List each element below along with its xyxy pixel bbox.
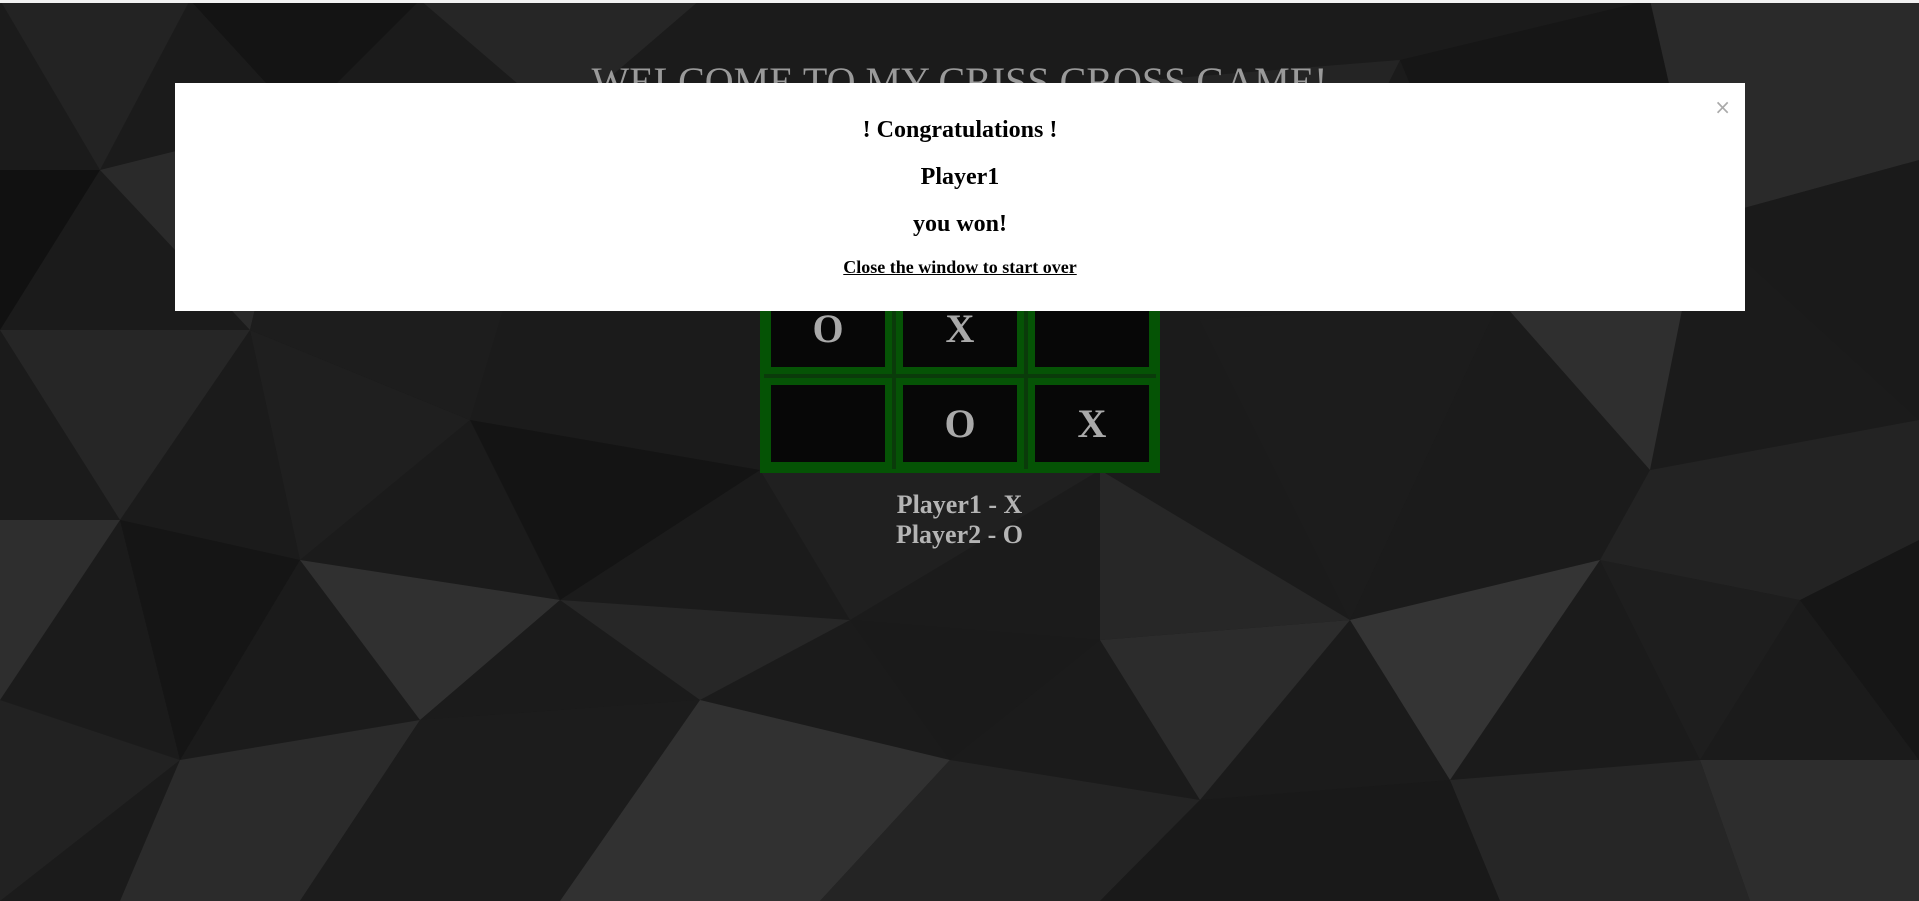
close-icon[interactable]: × [1714,97,1731,117]
winner-modal: × ! Congratulations ! Player1 you won! C… [175,83,1745,311]
cell-mark [771,385,885,462]
cell-mark: X [1035,385,1149,462]
player-legend: Player1 - X Player2 - O [0,490,1919,550]
player2-label: Player2 - O [895,520,1024,549]
winner-name: Player1 [920,164,1000,190]
board-cell[interactable] [764,378,892,469]
game-page: WELCOME TO MY CRISS CROSS GAME! O X O X … [0,0,1919,901]
player1-label: Player1 - X [896,490,1023,519]
board-cell[interactable]: O [896,378,1024,469]
result-text: you won! [912,211,1008,237]
congrats-heading: ! Congratulations ! [862,117,1058,143]
restart-link[interactable]: Close the window to start over [175,257,1745,278]
cell-mark: O [903,385,1017,462]
browser-top-strip [0,0,1919,3]
board-cell[interactable]: X [1028,378,1156,469]
